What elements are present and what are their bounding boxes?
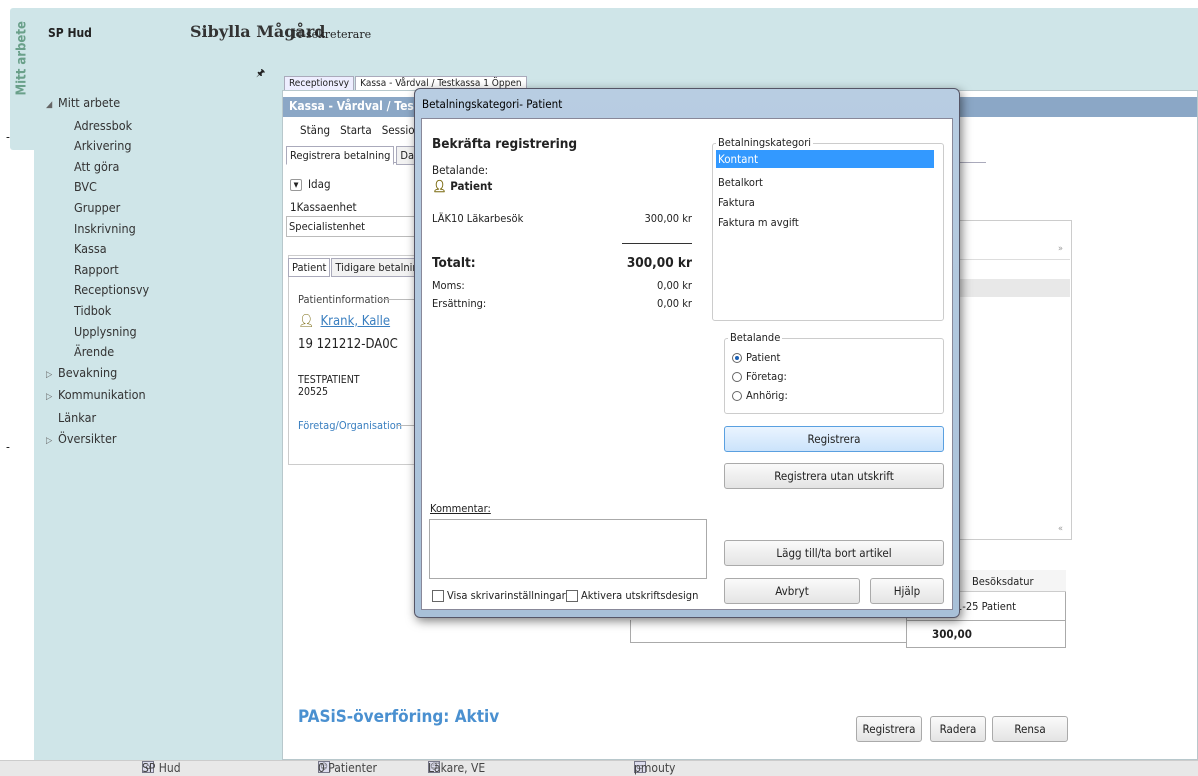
vertical-tab-label: Mitt arbete — [14, 21, 30, 96]
patient-panel — [288, 255, 428, 465]
pin-icon[interactable]: 🖈︎ — [256, 66, 265, 83]
radio-patient[interactable]: Patient — [732, 351, 780, 364]
patient-code: 20525 — [298, 386, 329, 398]
lagg-till-artikel-button[interactable]: Lägg till/ta bort artikel — [724, 540, 944, 566]
divider — [630, 620, 631, 642]
column-header-besoksdatum[interactable]: Besöksdatur — [972, 575, 1034, 588]
table-sum: 300,00 — [932, 627, 972, 641]
moms-label: Moms: — [432, 279, 465, 292]
nav-group-mitt-arbete[interactable]: ◢ Mitt arbete — [46, 93, 149, 116]
sidebar-item-upplysning[interactable]: Upplysning — [46, 322, 149, 343]
divider — [622, 243, 692, 244]
expanded-triangle-icon: ◢ — [46, 100, 53, 110]
splitter-mark: - — [6, 440, 10, 454]
sidebar-item-receptionsvy[interactable]: Receptionsvy — [46, 280, 149, 301]
nav-item-lankar[interactable]: Länkar — [46, 408, 149, 429]
nav-group-oversikter[interactable]: ▷ Översikter — [46, 429, 149, 452]
kommentar-textarea[interactable] — [429, 519, 707, 579]
kassaenhet-field[interactable]: Specialistenhet — [286, 216, 416, 237]
dialog-title: Betalningskategori- Patient — [422, 97, 563, 111]
radio-selected-icon — [732, 353, 742, 363]
expand-icon[interactable]: « — [1058, 524, 1063, 534]
avbryt-button[interactable]: Avbryt — [724, 578, 860, 604]
person-icon: 👤︎ — [432, 179, 447, 193]
pasis-status: PASiS-överföring: Aktiv — [298, 707, 500, 727]
radio-icon — [732, 372, 742, 382]
patient-name-link[interactable]: Krank, Kalle — [321, 314, 391, 329]
item-name: LÄK10 Läkarbesök — [432, 212, 524, 225]
total-amount: 300,00 kr — [626, 255, 692, 271]
collapsed-triangle-icon: ▷ — [46, 392, 53, 403]
collapsed-triangle-icon: ▷ — [46, 369, 53, 380]
foretag-label: Företag/Organisation — [298, 419, 403, 432]
dropdown-icon: ▼ — [290, 178, 302, 191]
patientinfo-label: Patientinformation — [298, 293, 390, 306]
betalande-label: Betalande: — [432, 163, 489, 177]
idag-toggle[interactable]: ▼ Idag — [290, 177, 331, 191]
stang-button[interactable]: Stäng — [300, 123, 330, 137]
collapse-icon[interactable]: » — [1058, 244, 1063, 254]
sidebar-item-kassa[interactable]: Kassa — [46, 239, 149, 260]
kategori-option-faktura[interactable]: Faktura — [718, 196, 755, 209]
collapsed-triangle-icon: ▷ — [46, 435, 53, 446]
person-icon: 👤︎ — [298, 314, 315, 329]
status-bar: ⌂SP Hud ☺0 Patienter ▲☺Läkare, VE ▭pmout… — [0, 760, 1198, 776]
sidebar-item-grupper[interactable]: Grupper — [46, 198, 149, 219]
sidebar-item-inskrivning[interactable]: Inskrivning — [46, 219, 149, 240]
patient-id: 19 121212-DA0C — [298, 337, 398, 352]
registrera-button[interactable]: Registrera — [724, 426, 944, 452]
radera-button[interactable]: Radera — [930, 716, 986, 742]
hjalp-button[interactable]: Hjälp — [870, 578, 944, 604]
user-role: IT-sekreterare — [292, 28, 372, 41]
sidebar-item-tidbok[interactable]: Tidbok — [46, 301, 149, 322]
nav-group-bevakning[interactable]: ▷ Bevakning — [46, 363, 149, 386]
sidebar-item-att-gora[interactable]: Att göra — [46, 157, 149, 178]
org-name: SP Hud — [48, 26, 92, 40]
sidebar-item-arende[interactable]: Ärende — [46, 342, 149, 363]
visa-skrivare-checkbox[interactable]: Visa skrivarinställningar — [432, 589, 566, 602]
betalande-legend: Betalande — [728, 331, 783, 344]
radio-anhorig[interactable]: Anhörig: — [732, 389, 788, 402]
radio-icon — [732, 391, 742, 401]
aktivera-design-checkbox[interactable]: Aktivera utskriftsdesign — [566, 589, 698, 602]
rensa-button[interactable]: Rensa — [992, 716, 1068, 742]
kategori-legend: Betalningskategori — [716, 136, 814, 149]
kassa-toolbar: Stäng Starta Session — [300, 123, 431, 137]
kategori-option-kontant[interactable]: Kontant — [716, 150, 934, 168]
sidebar-item-rapport[interactable]: Rapport — [46, 260, 149, 281]
dialog-heading: Bekräfta registrering — [432, 136, 578, 152]
checkbox-icon — [566, 590, 578, 602]
kategori-option-faktura-avgift[interactable]: Faktura m avgift — [718, 216, 799, 229]
kassaenhet-label: 1Kassaenhet — [290, 200, 357, 214]
registrera-main-button[interactable]: Registrera — [856, 716, 922, 742]
sidebar-item-arkivering[interactable]: Arkivering — [46, 136, 149, 157]
sidebar-nav: ◢ Mitt arbete Adressbok Arkivering Att gö… — [46, 93, 149, 451]
kategori-fieldset — [712, 143, 944, 321]
ersattning-label: Ersättning: — [432, 297, 487, 310]
betalande-value: 👤︎ Patient — [432, 179, 493, 193]
sidebar-item-adressbok[interactable]: Adressbok — [46, 116, 149, 137]
sidebar-item-bvc[interactable]: BVC — [46, 177, 149, 198]
patient-name: 👤︎ Krank, Kalle — [298, 314, 390, 329]
registrera-utan-utskrift-button[interactable]: Registrera utan utskrift — [724, 463, 944, 489]
divider — [630, 642, 906, 643]
tab-receptionsvy[interactable]: Receptionsvy — [284, 76, 355, 90]
nav-group-kommunikation[interactable]: ▷ Kommunikation — [46, 385, 149, 408]
mitt-arbete-vertical-tab[interactable]: Mitt arbete — [10, 8, 34, 150]
item-amount: 300,00 kr — [644, 212, 692, 225]
kommentar-label: Kommentar: — [430, 502, 491, 515]
radio-foretag[interactable]: Företag: — [732, 370, 787, 383]
tab-registrera-betalning[interactable]: Registrera betalning — [286, 146, 395, 165]
splitter-mark: - — [6, 130, 10, 144]
testpatient-label: TESTPATIENT — [298, 374, 360, 386]
starta-button[interactable]: Starta — [340, 123, 372, 137]
ersattning-amount: 0,00 kr — [657, 297, 692, 310]
patient-notes: TESTPATIENT 20525 — [298, 374, 360, 398]
total-label: Totalt: — [432, 255, 476, 271]
divider — [906, 620, 1066, 621]
kategori-option-betalkort[interactable]: Betalkort — [718, 176, 763, 189]
tab-patient[interactable]: Patient — [288, 258, 331, 277]
checkbox-icon — [432, 590, 444, 602]
moms-amount: 0,00 kr — [657, 279, 692, 292]
